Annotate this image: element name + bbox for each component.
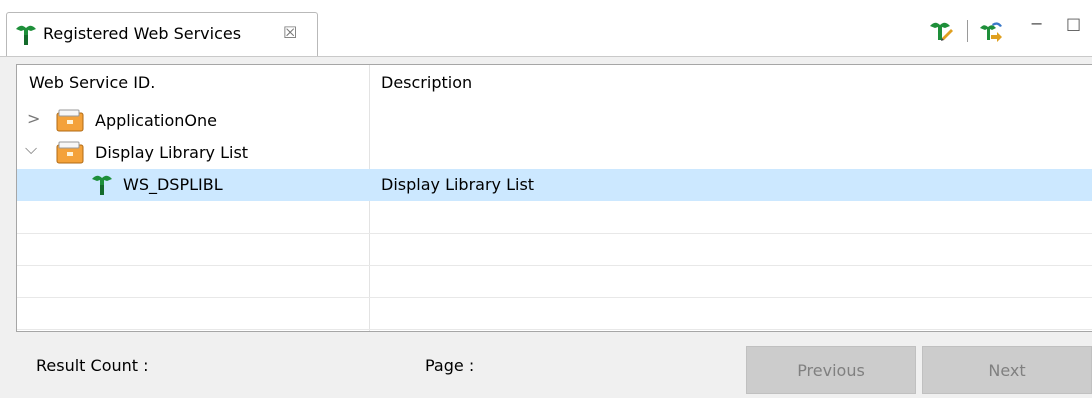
tree-row-selected[interactable]: WS_DSPLIBL Display Library List	[17, 169, 1092, 201]
refresh-service-icon[interactable]	[978, 18, 1004, 44]
edit-service-icon[interactable]	[928, 18, 954, 44]
web-services-tree-table[interactable]: Web Service ID. Description > Applicatio…	[16, 64, 1092, 332]
tab-title: Registered Web Services	[43, 24, 242, 43]
column-header-web-service-id[interactable]: Web Service ID.	[29, 73, 155, 92]
row-divider	[17, 265, 1092, 266]
web-service-id: Display Library List	[95, 143, 249, 162]
toolbar-separator	[967, 20, 968, 42]
archive-folder-icon	[55, 109, 85, 133]
web-service-id: WS_DSPLIBL	[123, 175, 223, 194]
tab-registered-web-services[interactable]: Registered Web Services ☒	[6, 12, 318, 56]
minimize-icon[interactable]: −	[1030, 14, 1043, 33]
row-divider	[17, 329, 1092, 330]
web-service-icon	[89, 173, 115, 197]
previous-button[interactable]: Previous	[746, 346, 916, 394]
row-divider	[17, 297, 1092, 298]
column-header-description[interactable]: Description	[381, 73, 472, 92]
archive-folder-icon	[55, 141, 85, 165]
maximize-icon[interactable]: □	[1066, 14, 1081, 33]
close-icon[interactable]: ☒	[283, 23, 297, 42]
tree-row[interactable]: ⌵ Display Library List	[17, 137, 1092, 169]
collapse-icon[interactable]: ⌵	[25, 139, 37, 159]
view-tab-bar: Registered Web Services ☒ − □	[0, 0, 1092, 57]
description: Display Library List	[381, 175, 535, 194]
row-divider	[17, 233, 1092, 234]
web-service-icon	[13, 23, 39, 47]
page-label: Page :	[425, 356, 475, 375]
registered-web-services-view: Registered Web Services ☒ − □ Web Servic…	[0, 0, 1092, 398]
next-button[interactable]: Next	[922, 346, 1092, 394]
result-count-label: Result Count :	[36, 356, 149, 375]
web-service-id: ApplicationOne	[95, 111, 217, 130]
expand-icon[interactable]: >	[27, 109, 40, 128]
tree-row[interactable]: > ApplicationOne	[17, 105, 1092, 137]
